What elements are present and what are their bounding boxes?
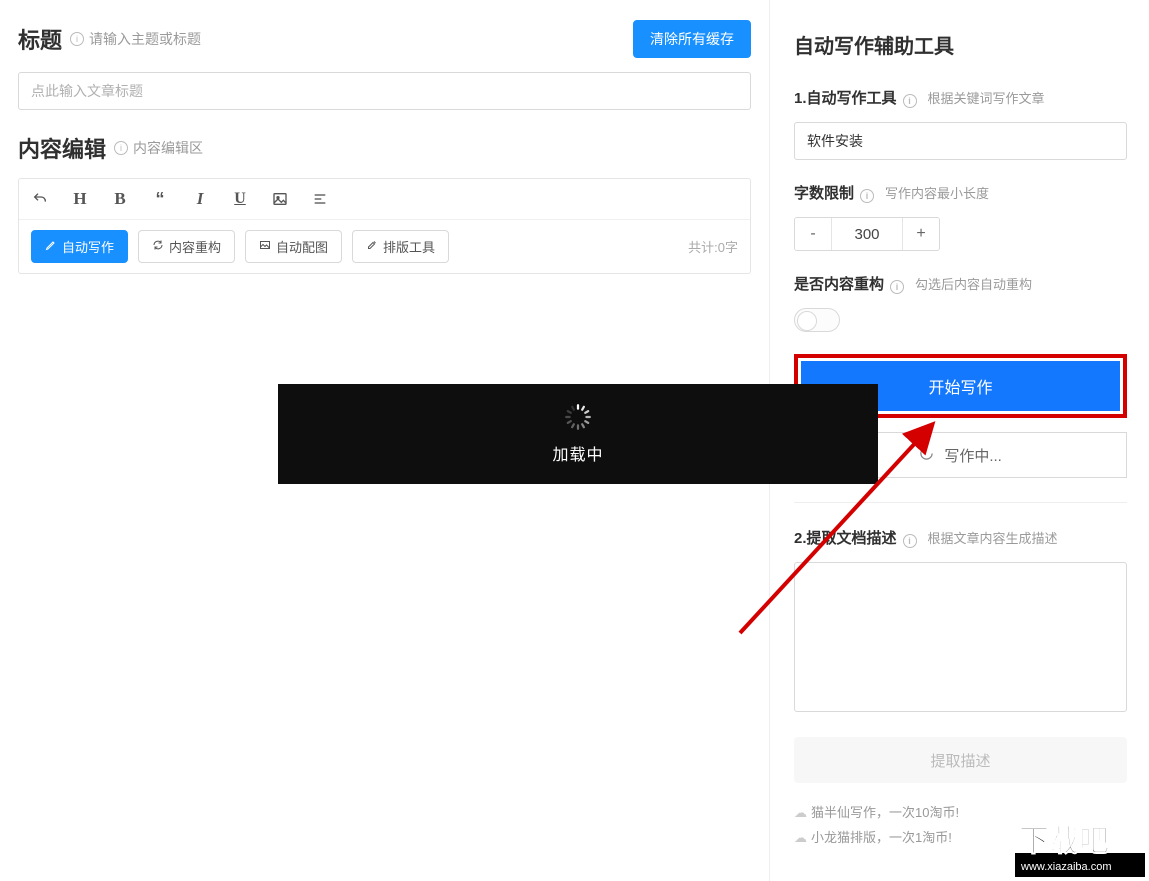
- article-title-input[interactable]: [18, 72, 751, 110]
- heading-icon[interactable]: H: [71, 189, 89, 209]
- info-icon: i: [114, 141, 128, 155]
- auto-image-label: 自动配图: [276, 237, 328, 256]
- keyword-input[interactable]: [794, 122, 1127, 160]
- watermark-url: www.xiazaiba.com: [1020, 861, 1111, 873]
- spinner-icon: [919, 446, 934, 465]
- tip2: 小龙猫排版，一次1淘币!: [811, 830, 952, 845]
- section-extract-desc: 2.提取文档描述 i 根据文章内容生成描述: [794, 527, 1127, 715]
- underline-icon[interactable]: U: [231, 190, 249, 208]
- section2-hint: 根据文章内容生成描述: [928, 528, 1058, 547]
- info-icon: i: [903, 534, 917, 548]
- auto-write-label: 自动写作: [62, 237, 114, 256]
- image-icon[interactable]: [271, 191, 289, 207]
- format-toolbar: H B “ I U: [19, 179, 750, 220]
- title-hint: 请输入主题或标题: [89, 29, 201, 49]
- content-rebuild-button[interactable]: 内容重构: [138, 230, 235, 263]
- watermark-main: 下载吧: [1019, 825, 1109, 858]
- clear-cache-button[interactable]: 清除所有缓存: [633, 20, 751, 58]
- word-limit-stepper: - +: [794, 217, 940, 251]
- cloud-icon: ☁: [794, 805, 807, 820]
- loading-overlay: 加载中: [278, 384, 878, 484]
- layout-tool-button[interactable]: 排版工具: [352, 230, 449, 263]
- content-edit-label: 内容编辑: [18, 132, 106, 164]
- layout-tool-label: 排版工具: [383, 237, 435, 256]
- loading-text: 加载中: [552, 441, 603, 465]
- info-icon: i: [903, 94, 917, 108]
- align-icon[interactable]: [311, 191, 329, 207]
- auto-write-button[interactable]: 自动写作: [31, 230, 128, 263]
- content-rebuild-label: 内容重构: [169, 237, 221, 256]
- rebuild-toggle[interactable]: [794, 308, 840, 332]
- info-icon: i: [890, 280, 904, 294]
- section-auto-write: 1.自动写作工具 i 根据关键词写作文章: [794, 87, 1127, 160]
- section2-label: 2.提取文档描述: [794, 527, 897, 548]
- watermark-logo: 下载吧 www.xiazaiba.com: [1015, 823, 1145, 877]
- refresh-icon: [152, 239, 164, 254]
- description-textarea[interactable]: [794, 562, 1127, 712]
- undo-icon[interactable]: [31, 191, 49, 207]
- word-limit-label: 字数限制: [794, 182, 854, 203]
- auto-image-button[interactable]: 自动配图: [245, 230, 342, 263]
- side-panel-title: 自动写作辅助工具: [794, 30, 1127, 59]
- italic-icon[interactable]: I: [191, 189, 209, 209]
- extract-desc-button[interactable]: 提取描述: [794, 737, 1127, 783]
- title-header-row: 标题 i 请输入主题或标题 清除所有缓存: [18, 20, 751, 58]
- word-limit-hint: 写作内容最小长度: [885, 183, 989, 202]
- bold-icon[interactable]: B: [111, 189, 129, 209]
- action-toolbar: 自动写作 内容重构 自动配图: [19, 220, 750, 273]
- editor-box: H B “ I U 自动写作: [18, 178, 751, 274]
- picture-icon: [259, 239, 271, 254]
- pencil-icon: [45, 239, 57, 254]
- word-count: 共计:0字: [688, 237, 738, 256]
- word-limit-value[interactable]: [831, 218, 903, 250]
- quote-icon[interactable]: “: [151, 194, 169, 204]
- rebuild-label: 是否内容重构: [794, 273, 884, 294]
- stepper-plus-button[interactable]: +: [903, 218, 939, 250]
- info-icon: i: [860, 189, 874, 203]
- title-label: 标题: [18, 23, 62, 55]
- stepper-minus-button[interactable]: -: [795, 218, 831, 250]
- content-header-row: 内容编辑 i 内容编辑区: [18, 132, 751, 164]
- info-icon: i: [70, 32, 84, 46]
- rebuild-hint: 勾选后内容自动重构: [915, 274, 1032, 293]
- spinner-icon: [564, 403, 592, 431]
- section-rebuild-toggle: 是否内容重构 i 勾选后内容自动重构: [794, 273, 1127, 332]
- cloud-icon: ☁: [794, 830, 807, 845]
- tools-icon: [366, 239, 378, 254]
- section1-label: 1.自动写作工具: [794, 87, 897, 108]
- tip1: 猫半仙写作，一次10淘币!: [811, 805, 959, 820]
- section-word-limit: 字数限制 i 写作内容最小长度 - +: [794, 182, 1127, 251]
- section1-hint: 根据关键词写作文章: [928, 88, 1045, 107]
- content-hint: 内容编辑区: [133, 138, 203, 158]
- writing-status-label: 写作中...: [944, 448, 1002, 465]
